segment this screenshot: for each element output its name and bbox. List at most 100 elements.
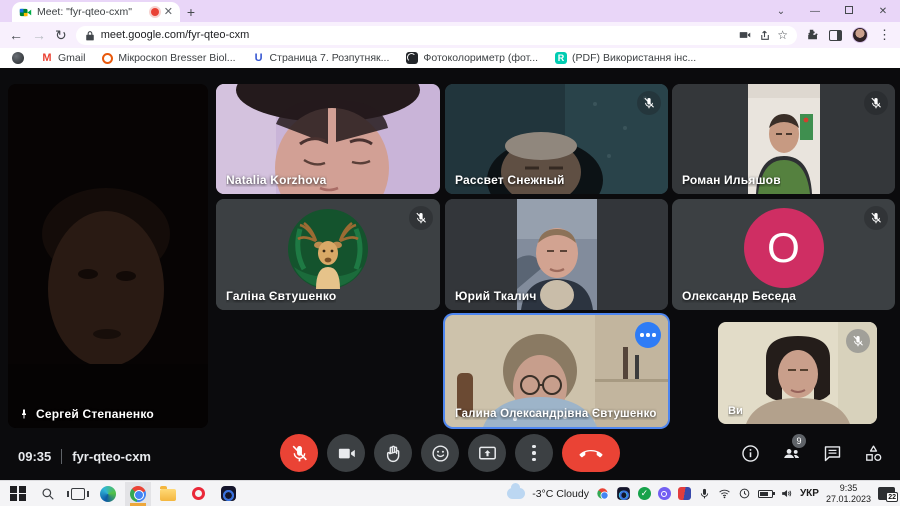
edge-icon[interactable] [95,482,121,506]
more-options-button[interactable] [515,434,553,472]
windows-taskbar: -3°C Cloudy ✓ УКР 9:35 27.01.2023 22 [0,480,900,506]
browser-tab[interactable]: Meet: "fyr-qteo-cxm" ✕ [12,2,180,22]
tile-roman-ilyashov[interactable]: Роман Ильяшов [672,84,895,194]
taskbar-left [5,481,241,506]
tile-sergey-stepanenko[interactable]: Сергей Степаненко [8,84,208,428]
tile-yuriy-tkalych[interactable]: Юрий Ткалич [445,199,668,310]
taskbar-clock[interactable]: 9:35 27.01.2023 [826,483,871,504]
bookmark-label: Мікроскоп Bresser Biol... [118,52,236,64]
chrome-icon[interactable] [125,481,151,506]
tile-galina-yevtushenko[interactable]: Галіна Євтушенко [216,199,440,310]
address-bar[interactable]: meet.google.com/fyr-qteo-cxm ☆ [75,25,797,45]
back-button[interactable]: ← [9,28,23,42]
participant-name: Сергей Степаненко [18,407,154,421]
toolbar-right: ⋮ [806,27,891,43]
camera-button[interactable] [327,434,365,472]
reactions-button[interactable] [421,434,459,472]
tray-app-icon[interactable] [677,487,691,500]
tab-close-icon[interactable]: ✕ [164,6,173,18]
search-button[interactable] [35,482,61,506]
start-button[interactable] [5,482,31,506]
opera-icon[interactable] [185,482,211,506]
bookmark-microscope[interactable]: Мікроскоп Bresser Biol... [102,52,236,64]
tray-chrome-icon[interactable] [597,488,609,500]
minimize-button[interactable]: — [798,6,832,17]
tray-mic-icon[interactable] [698,487,711,500]
lock-icon [85,30,94,40]
tab-search-icon[interactable]: ⌄ [764,6,798,17]
maximize-button[interactable] [832,5,866,17]
chat-button[interactable] [822,443,843,464]
share-icon[interactable] [758,29,771,42]
bresser-icon [102,52,114,64]
tray-capcut-icon[interactable] [617,487,630,500]
participant-name: Галіна Євтушенко [226,289,337,303]
raise-hand-button[interactable] [374,434,412,472]
meeting-time: 09:35 [18,449,52,464]
tile-oleksandr-beseda[interactable]: O Олександр Беседа [672,199,895,310]
reload-button[interactable]: ↻ [55,28,67,42]
bookmark-page7[interactable]: U Страница 7. Розпутняк... [252,52,389,64]
file-explorer-icon[interactable] [155,482,181,506]
present-screen-button[interactable] [468,434,506,472]
mic-mute-button[interactable] [280,434,318,472]
profile-avatar[interactable] [852,27,868,43]
activities-button[interactable] [863,443,884,464]
mic-off-icon [864,91,888,115]
u-icon: U [252,52,265,64]
bookmarks-bar: M Gmail Мікроскоп Bresser Biol... U Стра… [0,48,900,68]
browser-menu-icon[interactable]: ⋮ [878,27,891,43]
tile-natalia-korzhova[interactable]: Natalia Korzhova [216,84,440,194]
self-label: Ви [728,405,744,417]
url-text: meet.google.com/fyr-qteo-cxm [100,29,250,41]
extensions-puzzle-icon[interactable] [806,29,819,42]
tab-title: Meet: "fyr-qteo-cxm" [37,6,132,18]
bookmark-photocolorimeter[interactable]: Фотоколориметр (фот... [406,52,538,64]
bookmark-gmail[interactable]: M Gmail [41,52,85,64]
researchgate-icon: R [555,52,568,64]
side-panel-icon[interactable] [829,29,842,41]
end-call-button[interactable] [562,434,620,472]
weather-text[interactable]: -3°C Cloudy [532,488,589,500]
bookmark-pdf[interactable]: R (PDF) Використання інс... [555,52,696,64]
volume-icon[interactable] [780,487,793,500]
capcut-icon[interactable] [215,482,241,506]
forward-button[interactable]: → [32,28,46,42]
participants-count-badge: 9 [792,434,806,448]
tile-options-icon[interactable] [635,322,661,348]
sync-clock-icon[interactable] [738,487,751,500]
recording-indicator-icon [150,8,159,16]
participants-button[interactable]: 9 [781,434,806,464]
notification-center-icon[interactable]: 22 [878,487,898,502]
wifi-icon[interactable] [718,487,731,500]
meeting-code: fyr-qteo-cxm [61,449,151,464]
tile-galyna-oleksandrivna[interactable]: Галина Олександрівна Євтушенко [445,315,668,427]
photocolorimeter-icon [406,52,419,64]
mic-off-icon [409,206,433,230]
mic-off-icon [864,206,888,230]
meeting-details-button[interactable] [740,443,761,464]
meet-panel-buttons: 9 [740,434,884,464]
window-controls: ⌄ — ✕ [764,0,900,22]
system-tray: -3°C Cloudy ✓ УКР 9:35 27.01.2023 22 [507,483,898,504]
weather-icon[interactable] [507,483,526,499]
apps-bookmark-icon[interactable] [12,52,24,64]
camera-in-use-icon[interactable] [738,28,752,42]
meet-controls [280,434,620,472]
new-tab-button[interactable]: + [180,2,202,22]
antivirus-icon[interactable]: ✓ [637,487,651,500]
tile-rassvet-snezhny[interactable]: Рассвет Снежный [445,84,668,194]
participant-name: Роман Ильяшов [682,173,781,187]
participant-name: Юрий Ткалич [455,289,537,303]
close-window-button[interactable]: ✕ [866,6,900,17]
tile-self-view[interactable]: Ви [718,322,877,424]
battery-icon[interactable] [757,489,775,498]
task-view-button[interactable] [65,482,91,506]
pin-icon [22,409,26,419]
bookmark-star-icon[interactable]: ☆ [777,28,788,42]
language-indicator[interactable]: УКР [800,488,819,499]
mic-off-icon [637,91,661,115]
participant-name: Рассвет Снежный [455,173,565,187]
bookmark-label: Фотоколориметр (фот... [423,52,539,64]
viber-icon[interactable] [657,487,671,500]
